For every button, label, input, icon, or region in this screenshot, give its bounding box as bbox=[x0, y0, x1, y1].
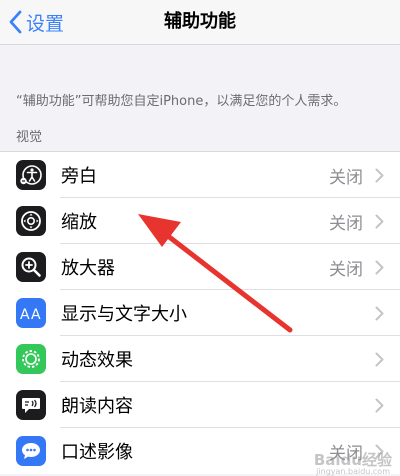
row-display-text-size[interactable]: A A 显示与文字大小 bbox=[0, 290, 400, 336]
chevron-right-icon bbox=[375, 398, 384, 412]
text-size-icon: A A bbox=[16, 298, 46, 328]
row-value: 关闭 bbox=[329, 259, 363, 280]
zoom-icon bbox=[16, 206, 46, 236]
row-magnifier[interactable]: 放大器 关闭 bbox=[0, 244, 400, 290]
row-label: 缩放 bbox=[61, 212, 97, 233]
row-label: 朗读内容 bbox=[61, 396, 133, 417]
chevron-right-icon bbox=[375, 260, 384, 274]
chevron-right-icon bbox=[375, 168, 384, 182]
row-motion[interactable]: 动态效果 bbox=[0, 336, 400, 382]
chevron-right-icon bbox=[375, 352, 384, 366]
row-label: 显示与文字大小 bbox=[61, 304, 187, 325]
settings-list-vision: 旁白 关闭 缩放 关闭 放大器 关闭 A A 显示与文字大小 动态效果 朗读内容… bbox=[0, 151, 400, 474]
section-header-vision: 视觉 bbox=[16, 130, 43, 145]
spoken-content-icon bbox=[16, 390, 46, 420]
watermark-url: jingyan.baidu.com bbox=[316, 467, 390, 476]
row-value: 关闭 bbox=[329, 213, 363, 234]
svg-text:A: A bbox=[31, 307, 41, 323]
row-spoken-content[interactable]: 朗读内容 bbox=[0, 382, 400, 428]
row-label: 放大器 bbox=[61, 258, 115, 279]
row-label: 动态效果 bbox=[61, 350, 133, 371]
accessibility-description: “辅助功能”可帮助您自定iPhone，以满足您的个人需求。 bbox=[16, 94, 347, 109]
motion-icon bbox=[16, 344, 46, 374]
magnifier-icon bbox=[16, 252, 46, 282]
chevron-right-icon bbox=[375, 214, 384, 228]
voiceover-icon bbox=[16, 160, 46, 190]
row-value: 关闭 bbox=[329, 167, 363, 188]
page-title: 辅助功能 bbox=[164, 11, 236, 32]
row-voiceover[interactable]: 旁白 关闭 bbox=[0, 152, 400, 198]
chevron-right-icon bbox=[375, 306, 384, 320]
svg-text:A: A bbox=[20, 307, 30, 323]
row-zoom[interactable]: 缩放 关闭 bbox=[0, 198, 400, 244]
navigation-bar: 设置 辅助功能 bbox=[0, 0, 400, 45]
row-label: 旁白 bbox=[61, 166, 97, 187]
audio-description-icon bbox=[16, 436, 46, 466]
row-label: 口述影像 bbox=[61, 442, 133, 463]
